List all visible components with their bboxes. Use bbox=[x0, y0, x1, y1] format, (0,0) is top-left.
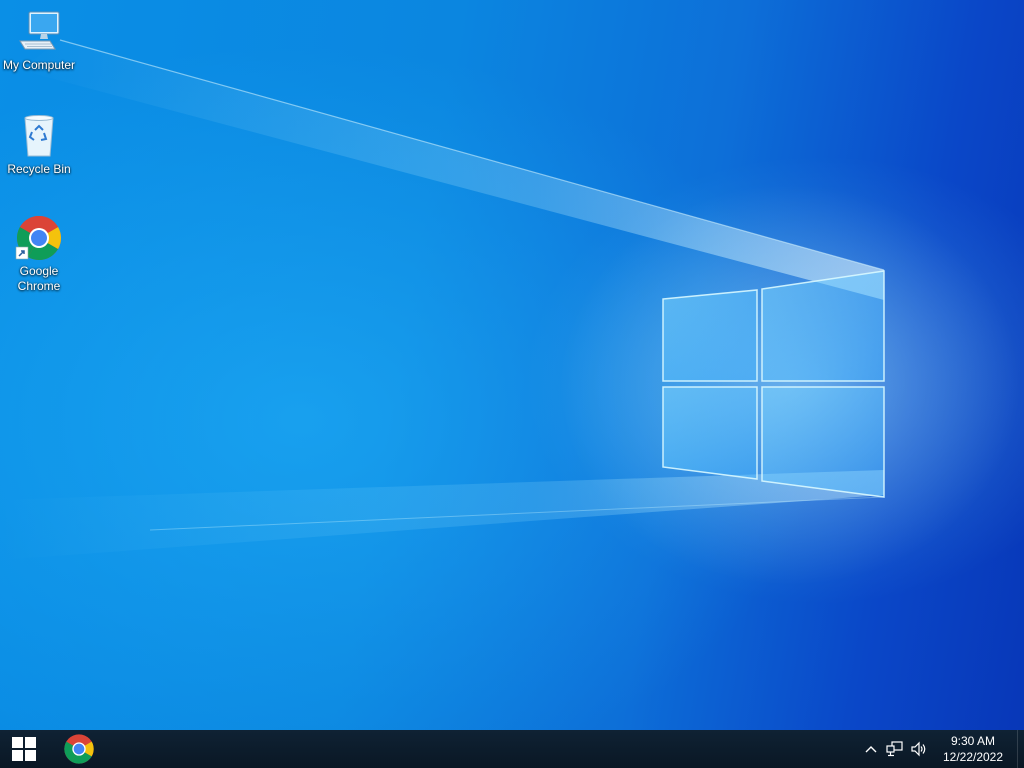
volume-button[interactable] bbox=[907, 730, 931, 768]
network-button[interactable] bbox=[883, 730, 907, 768]
chevron-up-icon bbox=[865, 746, 877, 753]
clock[interactable]: 9:30 AM 12/22/2022 bbox=[935, 730, 1011, 768]
volume-icon bbox=[911, 741, 926, 757]
wallpaper bbox=[0, 39, 1020, 585]
chrome-icon bbox=[64, 734, 94, 764]
desktop[interactable]: My Computer Recycle Bin Google Chrome bbox=[0, 0, 1024, 730]
chrome-icon bbox=[15, 216, 61, 260]
desktop-icon-google-chrome[interactable]: Google Chrome bbox=[0, 214, 78, 294]
system-tray: 9:30 AM 12/22/2022 bbox=[859, 730, 1024, 768]
show-desktop-button[interactable] bbox=[1017, 730, 1024, 768]
start-button[interactable] bbox=[0, 730, 48, 768]
taskbar: 9:30 AM 12/22/2022 bbox=[0, 730, 1024, 768]
desktop-icon-label: My Computer bbox=[2, 58, 76, 72]
desktop-icon-label: Google Chrome bbox=[17, 264, 61, 293]
desktop-icon-label: Recycle Bin bbox=[7, 162, 71, 176]
clock-date: 12/22/2022 bbox=[942, 750, 1004, 764]
network-icon bbox=[886, 741, 903, 757]
taskbar-google-chrome[interactable] bbox=[56, 730, 102, 768]
desktop-icon-recycle-bin[interactable]: Recycle Bin bbox=[0, 112, 78, 177]
show-hidden-icons-button[interactable] bbox=[859, 730, 883, 768]
clock-time: 9:30 AM bbox=[950, 734, 996, 748]
desktop-icon-my-computer[interactable]: My Computer bbox=[0, 8, 78, 73]
computer-icon bbox=[19, 11, 60, 50]
recycle-bin-icon bbox=[24, 115, 54, 157]
windows-logo-icon bbox=[12, 737, 36, 761]
